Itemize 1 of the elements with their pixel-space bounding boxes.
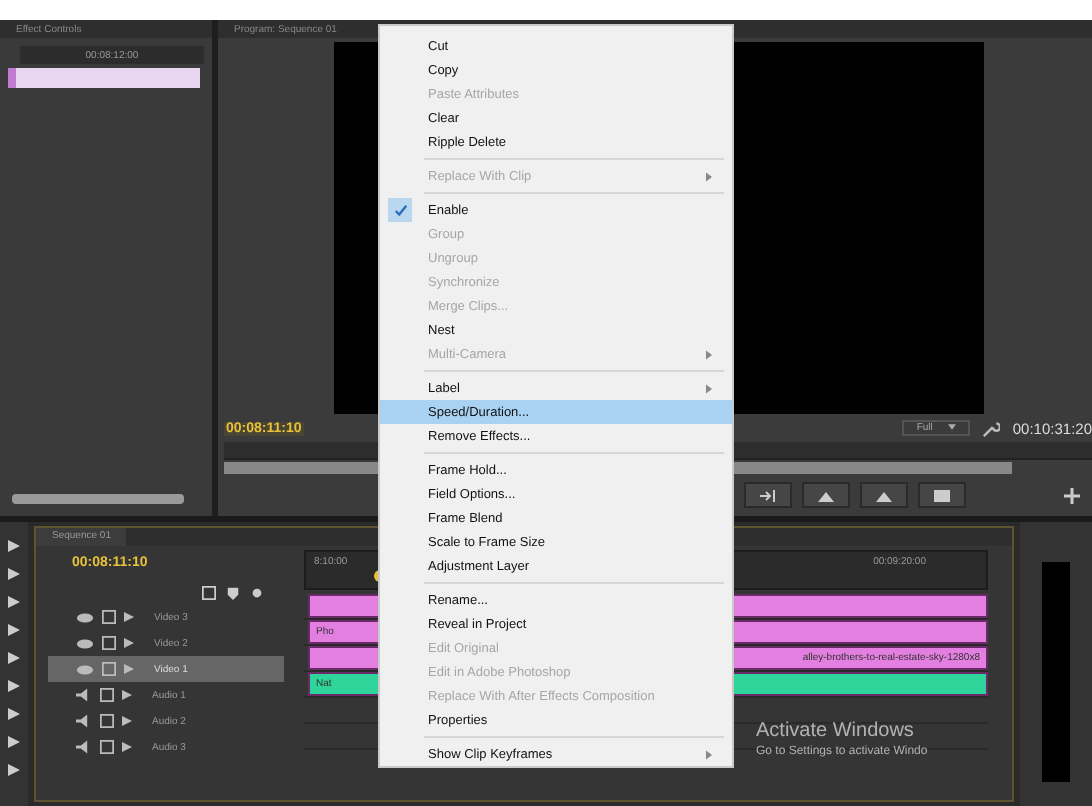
activation-title: Activate Windows	[756, 720, 916, 742]
